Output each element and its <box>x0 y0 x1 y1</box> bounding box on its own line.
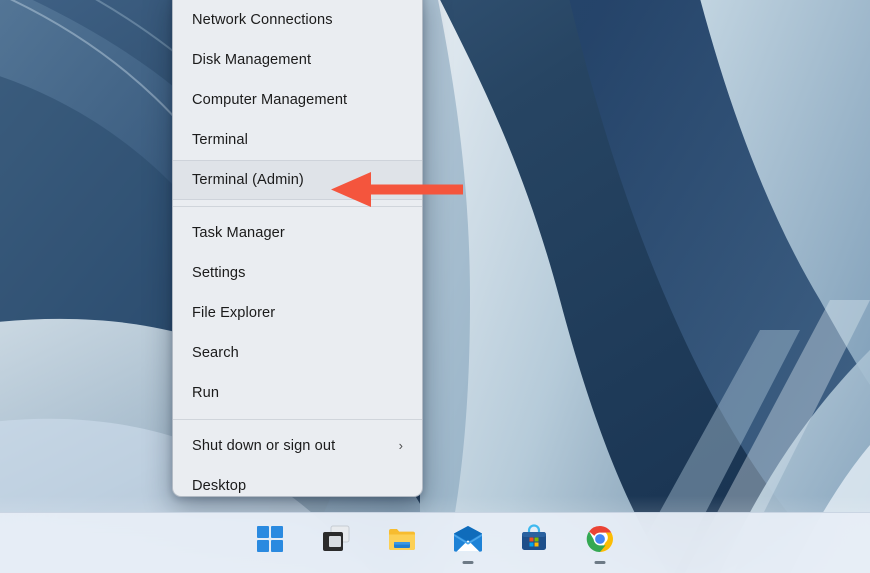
task-view-button[interactable] <box>314 521 358 565</box>
menu-item-shut-down-or-sign-out[interactable]: Shut down or sign out › <box>173 426 422 466</box>
menu-item-label: Search <box>192 345 239 361</box>
taskbar <box>0 512 870 573</box>
menu-item-label: Desktop <box>192 478 247 494</box>
menu-item-terminal-admin[interactable]: Terminal (Admin) <box>173 160 422 200</box>
running-indicator <box>594 561 606 564</box>
menu-item-label: Computer Management <box>192 92 348 108</box>
menu-item-task-manager[interactable]: Task Manager <box>173 213 422 253</box>
menu-item-settings[interactable]: Settings <box>173 253 422 293</box>
menu-item-label: Task Manager <box>192 225 285 241</box>
menu-item-disk-management[interactable]: Disk Management <box>173 40 422 80</box>
microsoft-store-button[interactable] <box>512 521 556 565</box>
menu-item-desktop[interactable]: Desktop <box>173 466 422 496</box>
chrome-icon <box>586 525 613 553</box>
start-button[interactable] <box>248 521 292 565</box>
menu-item-terminal[interactable]: Terminal <box>173 120 422 160</box>
mail-envelope-icon <box>454 526 482 552</box>
menu-separator-top <box>173 206 422 207</box>
task-view-icon <box>323 525 350 551</box>
menu-item-computer-management[interactable]: Computer Management <box>173 80 422 120</box>
menu-item-list: Network Connections Disk Management Comp… <box>173 0 422 496</box>
desktop-screen: Network Connections Disk Management Comp… <box>0 0 870 573</box>
menu-item-run[interactable]: Run <box>173 373 422 413</box>
menu-item-label: Terminal (Admin) <box>192 172 304 188</box>
chevron-right-icon: › <box>398 438 403 453</box>
file-explorer-button[interactable] <box>380 521 424 565</box>
running-indicator <box>462 561 474 564</box>
mail-button[interactable] <box>446 521 490 565</box>
menu-separator-bottom <box>173 419 422 420</box>
win-x-power-user-menu[interactable]: Network Connections Disk Management Comp… <box>172 0 423 497</box>
folder-icon <box>389 529 415 550</box>
menu-item-network-connections[interactable]: Network Connections <box>173 0 422 40</box>
menu-item-label: Terminal <box>192 132 248 148</box>
google-chrome-button[interactable] <box>578 521 622 565</box>
menu-item-label: Run <box>192 385 220 401</box>
menu-item-file-explorer[interactable]: File Explorer <box>173 293 422 333</box>
menu-item-label: File Explorer <box>192 305 276 321</box>
menu-item-label: Disk Management <box>192 52 312 68</box>
microsoft-store-icon <box>522 524 546 550</box>
menu-item-label: Shut down or sign out <box>192 438 336 454</box>
wallpaper-artwork <box>0 0 870 573</box>
menu-item-label: Network Connections <box>192 12 333 28</box>
menu-item-search[interactable]: Search <box>173 333 422 373</box>
menu-item-label: Settings <box>192 265 246 281</box>
windows-logo-icon <box>257 526 283 552</box>
desktop-wallpaper <box>0 0 870 573</box>
taskbar-icon-group <box>248 521 622 565</box>
